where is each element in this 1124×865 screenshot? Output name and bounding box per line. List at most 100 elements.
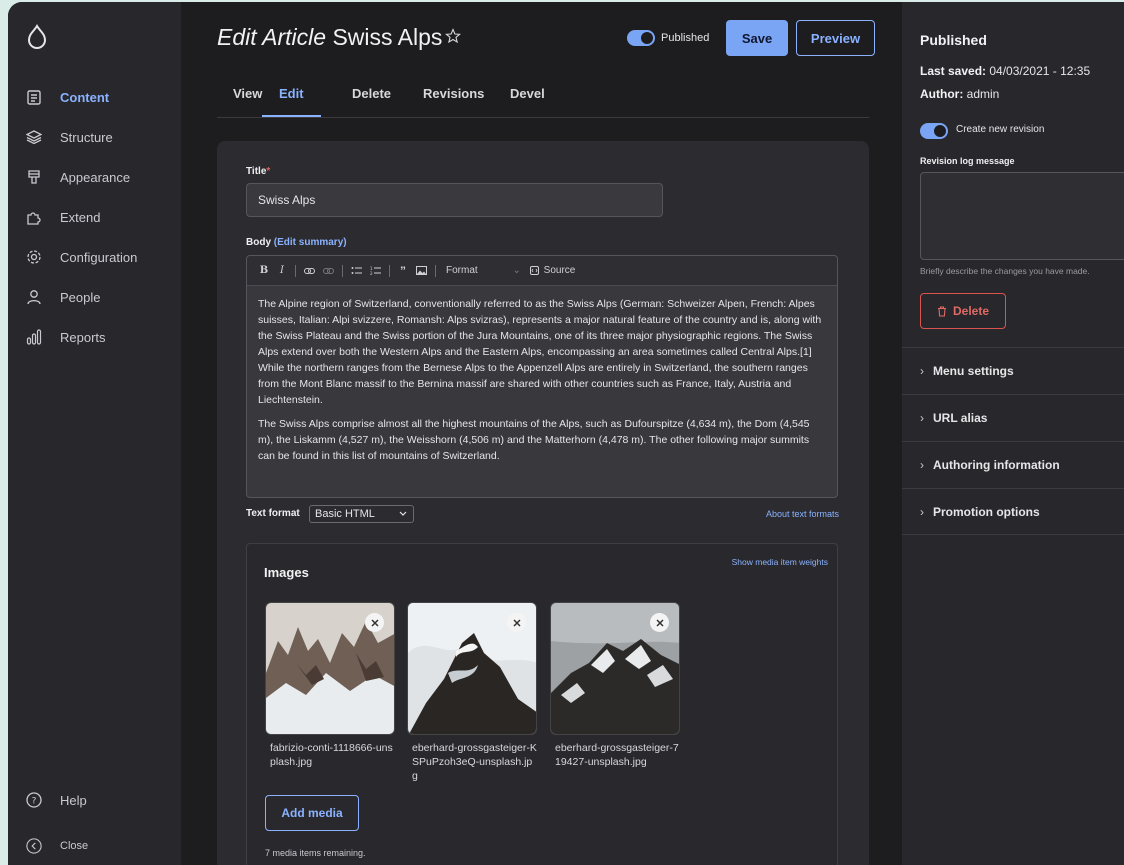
close-icon: [655, 618, 664, 627]
accordion-authoring-information[interactable]: › Authoring information: [902, 441, 1124, 488]
sidebar-item-reports[interactable]: Reports: [8, 322, 181, 352]
sidebar-item-label: Content: [60, 89, 110, 105]
title-input[interactable]: Swiss Alps: [246, 183, 663, 217]
page-title-name: Swiss Alps: [332, 24, 443, 50]
close-label: Close: [60, 840, 89, 852]
delete-button[interactable]: Delete: [920, 293, 1006, 329]
text-format-label: Text format: [246, 508, 300, 519]
media-title: Images: [264, 565, 309, 580]
source-icon[interactable]: [530, 266, 540, 275]
blockquote-icon[interactable]: ”: [398, 264, 408, 278]
sidebar-item-label: Configuration: [60, 249, 138, 265]
author-label: Author:: [920, 87, 964, 101]
editor-content[interactable]: The Alpine region of Switzerland, conven…: [247, 286, 837, 482]
published-label: Published: [661, 32, 710, 44]
bold-icon[interactable]: B: [259, 265, 269, 276]
media-item-thumbnail[interactable]: [407, 602, 537, 735]
link-icon[interactable]: [304, 267, 315, 275]
tab-revisions[interactable]: Revisions: [423, 86, 484, 115]
main-content: Edit Article Swiss Alps Published Save P…: [181, 2, 902, 865]
sidebar-item-help[interactable]: ? Help: [8, 785, 181, 815]
italic-icon[interactable]: I: [277, 265, 287, 276]
accordion-menu-settings[interactable]: › Menu settings: [902, 347, 1124, 394]
svg-text:?: ?: [32, 797, 37, 807]
author-value: admin: [966, 87, 1000, 101]
sidebar-collapse-button[interactable]: Close: [8, 831, 181, 861]
chevron-right-icon: ›: [920, 504, 924, 519]
remove-media-button[interactable]: [507, 613, 526, 632]
star-icon[interactable]: [445, 28, 461, 44]
body-label-text: Body: [246, 237, 271, 248]
tab-devel[interactable]: Devel: [510, 86, 545, 115]
person-icon: [26, 289, 42, 305]
document-icon: [26, 89, 42, 105]
bar-chart-icon: [26, 329, 42, 345]
chevron-down-icon[interactable]: ⌄: [512, 265, 522, 276]
bulleted-list-icon[interactable]: [351, 266, 362, 275]
chevron-right-icon: ›: [920, 458, 924, 472]
accordion-url-alias[interactable]: › URL alias: [902, 394, 1124, 441]
media-remaining-text: 7 media items remaining.: [265, 848, 366, 858]
chevron-right-icon: ›: [920, 364, 924, 378]
sidebar-item-extend[interactable]: Extend: [8, 202, 181, 232]
text-format-select[interactable]: Basic HTML: [309, 505, 414, 523]
tab-delete[interactable]: Delete: [352, 86, 391, 115]
sidebar-item-appearance[interactable]: Appearance: [8, 162, 181, 192]
unlink-icon[interactable]: [323, 267, 334, 275]
sidebar-item-configuration[interactable]: Configuration: [8, 242, 181, 272]
body-link-paren-close: ): [343, 237, 347, 248]
chevron-left-circle-icon: [26, 838, 42, 854]
format-dropdown[interactable]: Format: [446, 265, 478, 276]
close-icon: [512, 618, 521, 627]
source-button-label[interactable]: Source: [544, 265, 576, 276]
admin-sidebar: Content Structure Appearance Extend Conf…: [8, 2, 181, 865]
numbered-list-icon[interactable]: 12: [370, 266, 381, 275]
layers-icon: [26, 129, 42, 145]
sidebar-item-label: Extend: [60, 209, 101, 225]
create-revision-toggle[interactable]: [920, 123, 948, 139]
page-title-prefix: Edit Article: [217, 24, 327, 50]
gear-icon: [26, 249, 42, 265]
edit-summary-link[interactable]: Edit summary: [277, 237, 343, 248]
toolbar-separator: [389, 264, 390, 277]
about-text-formats-link[interactable]: About text formats: [766, 509, 839, 519]
tab-edit[interactable]: Edit: [262, 86, 321, 117]
rich-text-editor[interactable]: B I 12 ” Format ⌄ Source The Alpine regi…: [246, 255, 838, 498]
tab-view[interactable]: View: [233, 86, 262, 115]
sidebar-item-label: Appearance: [60, 169, 131, 185]
show-media-weights-link[interactable]: Show media item weights: [732, 557, 828, 567]
accordion-promotion-options[interactable]: › Promotion options: [902, 488, 1124, 535]
edit-form-card: Title* Swiss Alps Body (Edit summary) B …: [217, 141, 869, 865]
accordion-label: URL alias: [933, 411, 988, 425]
sidebar-item-structure[interactable]: Structure: [8, 122, 181, 152]
required-marker: *: [266, 166, 271, 177]
preview-button[interactable]: Preview: [796, 20, 875, 56]
media-item-thumbnail[interactable]: [265, 602, 395, 735]
last-saved-value: 04/03/2021 - 12:35: [989, 64, 1091, 78]
chevron-right-icon: ›: [920, 411, 924, 425]
delete-label: Delete: [952, 304, 990, 318]
media-filename: fabrizio-conti-1118666-unsplash.jpg: [270, 742, 393, 768]
revision-log-textarea[interactable]: [920, 172, 1124, 260]
image-icon[interactable]: [416, 266, 427, 275]
toolbar-separator: [342, 264, 343, 277]
toolbar-separator: [435, 264, 436, 277]
text-format-value: Basic HTML: [315, 508, 375, 520]
published-toggle[interactable]: [627, 30, 655, 46]
sidebar-item-people[interactable]: People: [8, 282, 181, 312]
media-item-thumbnail[interactable]: [550, 602, 680, 735]
body-paragraph: The Swiss Alps comprise almost all the h…: [258, 418, 810, 462]
accordion-label: Promotion options: [933, 504, 1040, 519]
last-saved-line: Last saved: 04/03/2021 - 12:35: [920, 64, 1090, 78]
remove-media-button[interactable]: [365, 613, 384, 632]
page-title: Edit Article Swiss Alps: [217, 24, 442, 51]
save-button[interactable]: Save: [726, 20, 788, 56]
paint-icon: [26, 169, 42, 185]
trash-icon: [937, 305, 946, 317]
local-tasks-tabs: View Edit Delete Revisions Devel: [217, 80, 869, 118]
add-media-button[interactable]: Add media: [265, 795, 359, 831]
sidebar-item-label: People: [60, 289, 101, 305]
sidebar-item-content[interactable]: Content: [8, 82, 181, 112]
remove-media-button[interactable]: [650, 613, 669, 632]
drupal-logo-icon[interactable]: [26, 24, 48, 50]
